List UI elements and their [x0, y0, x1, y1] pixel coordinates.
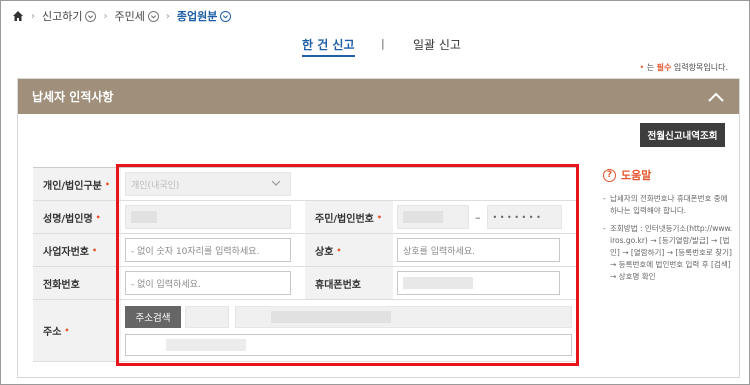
help-item: 납세자의 전화번호나 휴대폰번호 중에 하나는 입력해야 합니다. [603, 193, 733, 217]
trade-label: 상호 • [305, 234, 393, 266]
previous-report-history-button[interactable]: 전월신고내역조회 [640, 123, 725, 147]
address-search-button[interactable]: 주소검색 [125, 305, 181, 328]
mobile-label-text: 휴대폰번호 [315, 279, 361, 291]
tab-divider: | [381, 37, 385, 50]
breadcrumb-separator: › [31, 10, 35, 22]
taxpayer-panel: 납세자 인적사항 전월신고내역조회 개인/법인구분 • 개인(내국인) 성명/법인… [17, 78, 740, 378]
breadcrumb-item-residentTax[interactable]: 주민세 [114, 8, 159, 24]
help-header: ? 도움말 [603, 167, 733, 183]
id-front-field[interactable] [397, 205, 469, 229]
taxpayer-type-value: 개인(내국인) [131, 180, 180, 191]
chevron-down-icon[interactable] [147, 10, 159, 22]
redacted-value [271, 310, 391, 323]
id-label-text: 주민/법인번호 [315, 213, 374, 225]
chevron-down-icon[interactable] [220, 10, 232, 22]
mobile-label: 휴대폰번호 [305, 267, 393, 299]
phone-input[interactable]: - 없이 입력하세요. [125, 271, 291, 295]
name-label-text: 성명/법인명 [43, 213, 93, 225]
id-value-cell: – • • • • • • • [393, 201, 578, 233]
form-row-address: 주소 • 주소검색 [33, 300, 578, 362]
id-back-field[interactable]: • • • • • • • [486, 205, 562, 229]
name-value-cell [121, 201, 305, 233]
breadcrumb-label: 종업원분 [176, 10, 218, 23]
redacted-value [403, 211, 443, 223]
panel-header: 납세자 인적사항 [18, 79, 739, 114]
redacted-value [166, 338, 246, 351]
id-label: 주민/법인번호 • [305, 201, 393, 233]
trade-value-cell: 상호를 입력하세요. [393, 234, 578, 266]
form-row-name: 성명/법인명 • 주민/법인번호 • – • • • • • • • [33, 201, 578, 234]
phone-label-text: 전화번호 [43, 279, 80, 291]
addr-value-cell: 주소검색 [121, 300, 578, 361]
taxpayer-form: 개인/법인구분 • 개인(내국인) 성명/법인명 • 주민/법인번호 • – •… [33, 167, 578, 362]
tab-single-report[interactable]: 한 건 신고 [302, 36, 355, 57]
redacted-value [131, 211, 157, 223]
breadcrumb-label: 신고하기 [42, 10, 83, 23]
breadcrumb-label: 주민세 [114, 10, 145, 23]
address-road-field[interactable] [235, 305, 572, 328]
required-mark: • [104, 179, 110, 189]
required-note: • 는 필수 입력항목입니다. [639, 62, 728, 73]
id-dash: – [475, 210, 481, 224]
chevron-up-icon[interactable] [707, 91, 725, 103]
help-item: 조회방법 : 인터넷등기소(http://www.iros.go.kr) → [… [603, 223, 733, 283]
type-label: 개인/법인구분 • [33, 168, 121, 200]
help-list: 납세자의 전화번호나 휴대폰번호 중에 하나는 입력해야 합니다. 조회방법 :… [603, 193, 733, 283]
chevron-down-icon[interactable] [85, 10, 97, 22]
required-mark: • [64, 326, 70, 335]
taxpayer-type-select[interactable]: 개인(내국인) [125, 172, 291, 196]
help-box: ? 도움말 납세자의 전화번호나 휴대폰번호 중에 하나는 입력해야 합니다. … [603, 167, 733, 289]
chevron-down-icon [271, 180, 281, 186]
bizno-value-cell: - 없이 숫자 10자리를 입력하세요. [121, 234, 305, 266]
phone-value-cell: - 없이 입력하세요. [121, 267, 305, 299]
required-mark: • [336, 245, 342, 255]
name-label: 성명/법인명 • [33, 201, 121, 233]
required-note-prefix: 는 [646, 63, 657, 72]
panel-title: 납세자 인적사항 [32, 90, 114, 104]
help-title: 도움말 [621, 169, 652, 182]
name-field[interactable] [125, 205, 291, 229]
mobile-input[interactable] [397, 271, 560, 295]
required-mark: • [376, 212, 382, 222]
form-row-type: 개인/법인구분 • 개인(내국인) [33, 168, 578, 201]
form-row-phone: 전화번호 - 없이 입력하세요. 휴대폰번호 [33, 267, 578, 300]
bizno-label: 사업자번호 • [33, 234, 121, 266]
breadcrumb-separator: › [165, 10, 170, 22]
tab-bulk-report[interactable]: 일괄 신고 [413, 36, 461, 53]
bizno-label-text: 사업자번호 [43, 246, 89, 258]
breadcrumb-item-report[interactable]: 신고하기 [42, 8, 97, 24]
mobile-value-cell [393, 267, 578, 299]
addr-line-1: 주소검색 [125, 305, 574, 328]
report-tabs: 한 건 신고 | 일괄 신고 [0, 36, 750, 57]
required-dot: • [639, 63, 645, 72]
breadcrumb: › 신고하기 › 주민세 › 종업원분 [12, 7, 232, 25]
form-row-business: 사업자번호 • - 없이 숫자 10자리를 입력하세요. 상호 • 상호를 입력하세… [33, 234, 578, 267]
phone-label: 전화번호 [33, 267, 121, 299]
addr-label-text: 주소 [43, 327, 62, 338]
trade-label-text: 상호 [315, 246, 334, 258]
required-mark: • [92, 245, 98, 255]
home-icon[interactable] [12, 10, 24, 22]
required-mark: • [95, 212, 101, 222]
trade-name-input[interactable]: 상호를 입력하세요. [397, 238, 560, 262]
breadcrumb-separator: › [103, 10, 108, 22]
type-label-text: 개인/법인구분 [43, 180, 102, 192]
address-detail-input[interactable] [125, 333, 572, 356]
required-note-suffix: 입력항목입니다. [671, 63, 728, 72]
question-icon: ? [603, 168, 616, 182]
redacted-value [403, 277, 473, 289]
breadcrumb-item-employee[interactable]: 종업원분 [176, 8, 232, 24]
addr-label: 주소 • [33, 300, 121, 361]
postcode-field[interactable] [185, 305, 229, 328]
type-value-cell: 개인(내국인) [121, 168, 578, 200]
business-number-input[interactable]: - 없이 숫자 10자리를 입력하세요. [125, 238, 291, 262]
required-note-emphasis: 필수 [656, 63, 672, 72]
